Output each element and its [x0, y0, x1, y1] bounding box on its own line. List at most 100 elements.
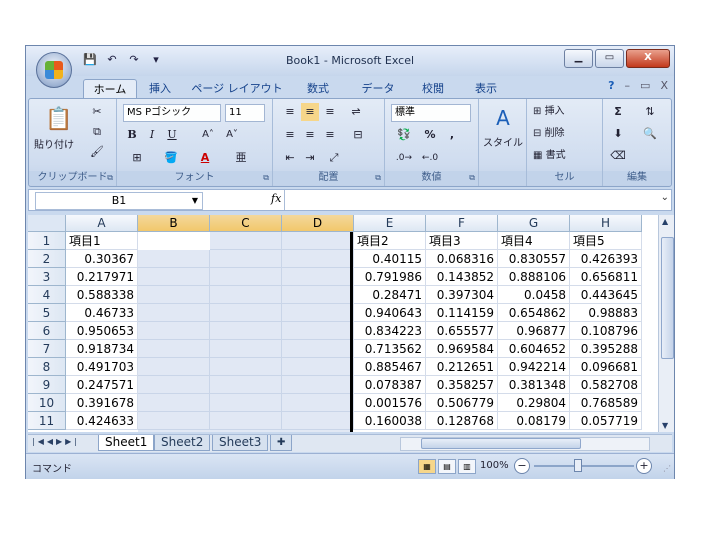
tab-insert[interactable]: 挿入 — [140, 79, 180, 98]
increase-indent-icon[interactable]: ⇥ — [301, 149, 319, 167]
cell-d8[interactable] — [282, 358, 354, 376]
cell-e4[interactable]: 0.28471 — [354, 286, 426, 304]
cell-f5[interactable]: 0.114159 — [426, 304, 498, 322]
cell-c10[interactable] — [210, 394, 282, 412]
insert-sheet-icon[interactable]: ✚ — [270, 435, 293, 451]
spreadsheet-grid[interactable]: A B C D E F G H 1 項目1 項目2 項目3 項目4 項目5 2 0.30367 0.40115 0… — [28, 215, 658, 432]
phonetic-icon[interactable]: 亜 — [229, 149, 253, 167]
cell-d10[interactable] — [282, 394, 354, 412]
cell-a8[interactable]: 0.491703 — [66, 358, 138, 376]
dialog-launcher-icon[interactable]: ⧉ — [469, 171, 475, 185]
zoom-level[interactable]: 100% — [480, 460, 509, 471]
row-header-9[interactable]: 9 — [28, 376, 66, 394]
cell-g4[interactable]: 0.0458 — [498, 286, 570, 304]
comma-button[interactable]: , — [445, 126, 459, 144]
cell-c4[interactable] — [210, 286, 282, 304]
zoom-slider[interactable] — [534, 465, 634, 467]
cell-g11[interactable]: 0.08179 — [498, 412, 570, 430]
cell-c6[interactable] — [210, 322, 282, 340]
restore-button[interactable]: ▭ — [595, 49, 624, 68]
cell-c11[interactable] — [210, 412, 282, 430]
cell-a6[interactable]: 0.950653 — [66, 322, 138, 340]
styles-icon[interactable]: A — [489, 105, 517, 131]
zoom-out-icon[interactable]: − — [514, 458, 530, 474]
row-header-11[interactable]: 11 — [28, 412, 66, 430]
row-header-8[interactable]: 8 — [28, 358, 66, 376]
row-header-10[interactable]: 10 — [28, 394, 66, 412]
cell-f8[interactable]: 0.212651 — [426, 358, 498, 376]
cell-e6[interactable]: 0.834223 — [354, 322, 426, 340]
help-icon[interactable]: ? — [608, 79, 614, 92]
font-color-icon[interactable]: A — [193, 149, 217, 167]
cell-a4[interactable]: 0.588338 — [66, 286, 138, 304]
cell-h8[interactable]: 0.096681 — [570, 358, 642, 376]
office-button[interactable] — [36, 52, 72, 88]
cell-d7[interactable] — [282, 340, 354, 358]
cell-g5[interactable]: 0.654862 — [498, 304, 570, 322]
styles-button[interactable]: スタイル — [479, 135, 527, 153]
column-header-e[interactable]: E — [354, 215, 426, 232]
border-icon[interactable]: ⊞ — [125, 149, 149, 167]
align-middle-icon[interactable]: ≡ — [301, 103, 319, 121]
merge-center-icon[interactable]: ⊟ — [347, 126, 369, 144]
clear-icon[interactable]: ⌫ — [609, 147, 627, 165]
shrink-font-button[interactable]: A˅ — [221, 126, 243, 144]
format-painter-icon[interactable]: 🖌 — [87, 143, 107, 161]
cell-d5[interactable] — [282, 304, 354, 322]
grow-font-button[interactable]: A˄ — [197, 126, 219, 144]
zoom-slider-thumb[interactable] — [574, 459, 582, 472]
sort-filter-icon[interactable]: ⇅ — [639, 103, 661, 121]
cell-f6[interactable]: 0.655577 — [426, 322, 498, 340]
workbook-minimize-button[interactable]: – — [625, 79, 631, 92]
cell-b2[interactable] — [138, 250, 210, 268]
cell-a9[interactable]: 0.247571 — [66, 376, 138, 394]
column-header-h[interactable]: H — [570, 215, 642, 232]
cell-g3[interactable]: 0.888106 — [498, 268, 570, 286]
workbook-restore-button[interactable]: ▭ — [640, 79, 650, 92]
cell-f9[interactable]: 0.358257 — [426, 376, 498, 394]
chevron-down-icon[interactable]: ▼ — [192, 193, 198, 209]
cell-e7[interactable]: 0.713562 — [354, 340, 426, 358]
cell-b8[interactable] — [138, 358, 210, 376]
insert-cells-button[interactable]: ⊞ 挿入 — [533, 103, 597, 121]
cell-b6[interactable] — [138, 322, 210, 340]
cell-c1[interactable] — [210, 232, 282, 250]
cell-d6[interactable] — [282, 322, 354, 340]
italic-button[interactable]: I — [145, 126, 159, 144]
dropdown-icon[interactable]: ▾ — [148, 53, 164, 67]
select-all-button[interactable] — [28, 215, 66, 232]
active-cell[interactable] — [138, 232, 210, 250]
minimize-button[interactable]: ▁ — [564, 49, 593, 68]
decrease-decimal-icon[interactable]: ←.0 — [419, 149, 441, 167]
tab-home[interactable]: ホーム — [83, 79, 137, 99]
cell-h7[interactable]: 0.395288 — [570, 340, 642, 358]
cell-b4[interactable] — [138, 286, 210, 304]
cell-f2[interactable]: 0.068316 — [426, 250, 498, 268]
cell-h3[interactable]: 0.656811 — [570, 268, 642, 286]
cell-a7[interactable]: 0.918734 — [66, 340, 138, 358]
cell-h11[interactable]: 0.057719 — [570, 412, 642, 430]
resize-grip-icon[interactable]: ⋰ — [663, 464, 671, 473]
align-center-icon[interactable]: ≡ — [301, 126, 319, 144]
align-top-icon[interactable]: ≡ — [281, 103, 299, 121]
cell-h2[interactable]: 0.426393 — [570, 250, 642, 268]
fill-icon[interactable]: ⬇ — [609, 125, 627, 143]
row-header-7[interactable]: 7 — [28, 340, 66, 358]
cell-d9[interactable] — [282, 376, 354, 394]
formula-input[interactable] — [289, 192, 651, 208]
cell-g10[interactable]: 0.29804 — [498, 394, 570, 412]
percent-button[interactable]: % — [423, 126, 437, 144]
increase-decimal-icon[interactable]: .0→ — [393, 149, 415, 167]
column-header-d[interactable]: D — [282, 215, 354, 232]
row-header-4[interactable]: 4 — [28, 286, 66, 304]
cell-c7[interactable] — [210, 340, 282, 358]
cell-g1[interactable]: 項目4 — [498, 232, 570, 250]
name-box[interactable]: B1 ▼ — [35, 192, 203, 210]
decrease-indent-icon[interactable]: ⇤ — [281, 149, 299, 167]
cell-h9[interactable]: 0.582708 — [570, 376, 642, 394]
redo-icon[interactable]: ↷ — [126, 53, 142, 67]
cell-g6[interactable]: 0.96877 — [498, 322, 570, 340]
cell-h6[interactable]: 0.108796 — [570, 322, 642, 340]
cell-d11[interactable] — [282, 412, 354, 430]
normal-view-icon[interactable]: ▦ — [418, 459, 436, 474]
